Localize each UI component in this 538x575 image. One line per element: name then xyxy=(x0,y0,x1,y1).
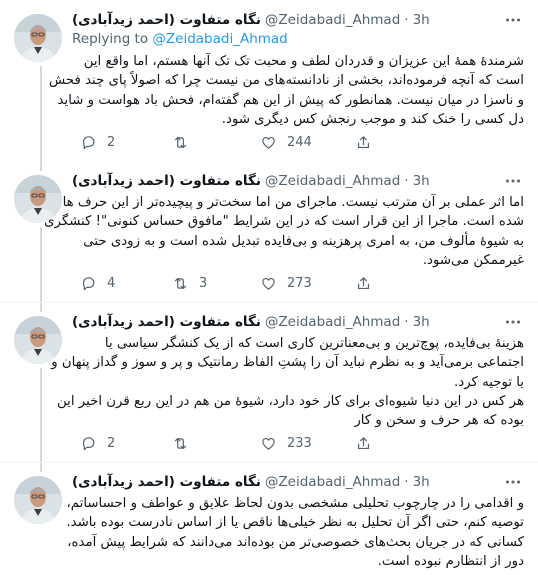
tweet-text-line: است که آنچه فرموده‌اند، بخشی از نادانسته… xyxy=(48,73,524,89)
tweet-text-line: به شیوهٔ مألوف من، به امری پرهزینه و بی‌… xyxy=(83,233,524,249)
tweet-time[interactable]: 3h xyxy=(413,314,430,330)
separator-dot: · xyxy=(404,474,409,490)
tweet-text-line: غیرممکن می‌شود. xyxy=(422,252,524,268)
thread-connector-line xyxy=(40,462,42,472)
heart-icon xyxy=(262,437,275,450)
reply-count: 2 xyxy=(107,435,116,451)
replying-to-mention[interactable]: @Zeidabadi_Ahmad xyxy=(152,31,287,47)
thread-connector-line xyxy=(40,66,42,161)
tweet-text-line: شرمندهٔ همهٔ این عزیزان و قدردان لطف و م… xyxy=(83,54,524,69)
tweet-actions: 2 244 xyxy=(72,132,524,152)
retweet-button[interactable] xyxy=(172,433,199,453)
retweet-icon xyxy=(174,277,187,289)
like-count: 233 xyxy=(287,435,312,451)
tweet-text-line: اما اثر عملی بر آن مترتب نیست. ماجرای من… xyxy=(62,195,524,210)
retweet-count: 3 xyxy=(199,275,208,291)
share-button[interactable] xyxy=(355,132,372,152)
more-options-icon[interactable] xyxy=(502,10,524,30)
tweet[interactable]: نگاه متفاوت (احمد زیدآبادی) @Zeidabadi_A… xyxy=(0,161,538,302)
tweet-header: نگاه متفاوت (احمد زیدآبادی) @Zeidabadi_A… xyxy=(72,312,430,332)
tweet-text-line: توصیه کنم، حتی اگر آن تحلیل به نظر خیلی‌… xyxy=(66,515,524,531)
author-handle[interactable]: @Zeidabadi_Ahmad xyxy=(265,474,400,490)
thread-connector-line xyxy=(40,227,42,302)
more-options-icon[interactable] xyxy=(502,312,524,332)
share-button[interactable] xyxy=(355,433,372,453)
reply-button[interactable]: 2 xyxy=(80,132,115,152)
like-count: 273 xyxy=(287,275,312,291)
separator-dot: · xyxy=(404,12,409,28)
thread-connector-line xyxy=(40,368,42,462)
more-options-icon[interactable] xyxy=(502,472,524,492)
like-button[interactable]: 233 xyxy=(260,433,312,453)
author-handle[interactable]: @Zeidabadi_Ahmad xyxy=(265,173,400,189)
like-button[interactable]: 273 xyxy=(260,273,312,293)
tweet-header: نگاه متفاوت (احمد زیدآبادی) @Zeidabadi_A… xyxy=(72,171,430,191)
avatar[interactable] xyxy=(14,476,62,524)
tweet-actions: 2 233 xyxy=(72,433,524,453)
separator-dot: · xyxy=(404,173,409,189)
tweet-text-line: دل کسی را خنک کند و موجب رنجش کس دیگری ش… xyxy=(221,111,524,127)
tweet-text-line: بوده که هر حرف و سخن و کار xyxy=(354,413,524,429)
share-button[interactable] xyxy=(355,273,372,293)
reply-count: 4 xyxy=(107,275,116,291)
separator-dot: · xyxy=(404,314,409,330)
tweet-time[interactable]: 3h xyxy=(413,12,430,28)
tweet-text: اما اثر عملی بر آن مترتب نیست. ماجرای من… xyxy=(44,193,524,270)
heart-icon xyxy=(262,136,275,149)
tweet-text-line: یا توجیه کرد. xyxy=(454,374,524,390)
tweet-text-line: اجتماعی برمی‌آید و به نظرم نباید آن را پ… xyxy=(51,355,524,371)
share-icon xyxy=(357,276,370,289)
replying-to-label: Replying to xyxy=(72,31,149,47)
author-handle[interactable]: @Zeidabadi_Ahmad xyxy=(265,314,400,330)
tweet-text: هزینهٔ بی‌فایده، پوچ‌ترین و بی‌معناترین … xyxy=(51,334,524,430)
avatar-image xyxy=(14,476,62,524)
tweet-actions: 4 3 273 xyxy=(72,273,524,293)
reply-button[interactable]: 4 xyxy=(80,273,115,293)
divider xyxy=(0,462,538,463)
tweet-time[interactable]: 3h xyxy=(413,173,430,189)
retweet-icon xyxy=(174,437,187,449)
tweet-header: نگاه متفاوت (احمد زیدآبادی) @Zeidabadi_A… xyxy=(72,472,430,492)
like-button[interactable]: 244 xyxy=(260,132,312,152)
reply-icon xyxy=(82,436,95,450)
reply-icon xyxy=(82,135,95,149)
author-name[interactable]: نگاه متفاوت (احمد زیدآبادی) xyxy=(72,314,261,330)
tweet-text: و اقدامی را در چارچوب تحلیلی مشخصی بدون … xyxy=(66,494,524,571)
avatar-image xyxy=(14,14,62,62)
author-name[interactable]: نگاه متفاوت (احمد زیدآبادی) xyxy=(72,474,261,490)
tweet-text-line: دور از انتظارم نبوده است. xyxy=(377,553,524,569)
tweet-text-line: شده است. ماجرا از این قرار است که در این… xyxy=(44,214,524,230)
tweet-text-line: و اقدامی را در چارچوب تحلیلی مشخصی بدون … xyxy=(66,496,524,511)
tweet-text-line: کسانی که در جریان بحث‌های خصوصی‌تر من بو… xyxy=(67,534,524,550)
share-icon xyxy=(357,135,370,148)
retweet-button[interactable]: 3 xyxy=(172,273,207,293)
author-name[interactable]: نگاه متفاوت (احمد زیدآبادی) xyxy=(72,12,261,28)
heart-icon xyxy=(262,277,275,290)
like-count: 244 xyxy=(287,134,312,150)
tweet[interactable]: نگاه متفاوت (احمد زیدآبادی) @Zeidabadi_A… xyxy=(0,462,538,575)
divider xyxy=(0,302,538,303)
tweet-text-line: هزینهٔ بی‌فایده، پوچ‌ترین و بی‌معناترین … xyxy=(104,336,524,351)
avatar[interactable] xyxy=(14,14,62,62)
thread-connector-line xyxy=(40,302,42,312)
tweet-text: شرمندهٔ همهٔ این عزیزان و قدردان لطف و م… xyxy=(48,52,524,129)
more-options-icon[interactable] xyxy=(502,171,524,191)
tweet[interactable]: نگاه متفاوت (احمد زیدآبادی) @Zeidabadi_A… xyxy=(0,302,538,462)
author-name[interactable]: نگاه متفاوت (احمد زیدآبادی) xyxy=(72,173,261,189)
share-icon xyxy=(357,436,370,449)
tweet-time[interactable]: 3h xyxy=(413,474,430,490)
tweet[interactable]: نگاه متفاوت (احمد زیدآبادی) @Zeidabadi_A… xyxy=(0,0,538,161)
thread-connector-line xyxy=(40,161,42,171)
reply-count: 2 xyxy=(107,134,116,150)
tweet-text-line: هر کس در این دنیا شیوه‌ای برای کار خود د… xyxy=(57,393,524,409)
replying-to: Replying to @Zeidabadi_Ahmad xyxy=(72,31,288,47)
retweet-icon xyxy=(174,136,187,148)
reply-icon xyxy=(82,276,95,290)
author-handle[interactable]: @Zeidabadi_Ahmad xyxy=(265,12,400,28)
retweet-button[interactable] xyxy=(172,132,199,152)
reply-button[interactable]: 2 xyxy=(80,433,115,453)
tweet-header: نگاه متفاوت (احمد زیدآبادی) @Zeidabadi_A… xyxy=(72,10,430,30)
tweet-text-line: و ناسزا در میان نیست. همانطور که پیش از … xyxy=(57,92,524,108)
